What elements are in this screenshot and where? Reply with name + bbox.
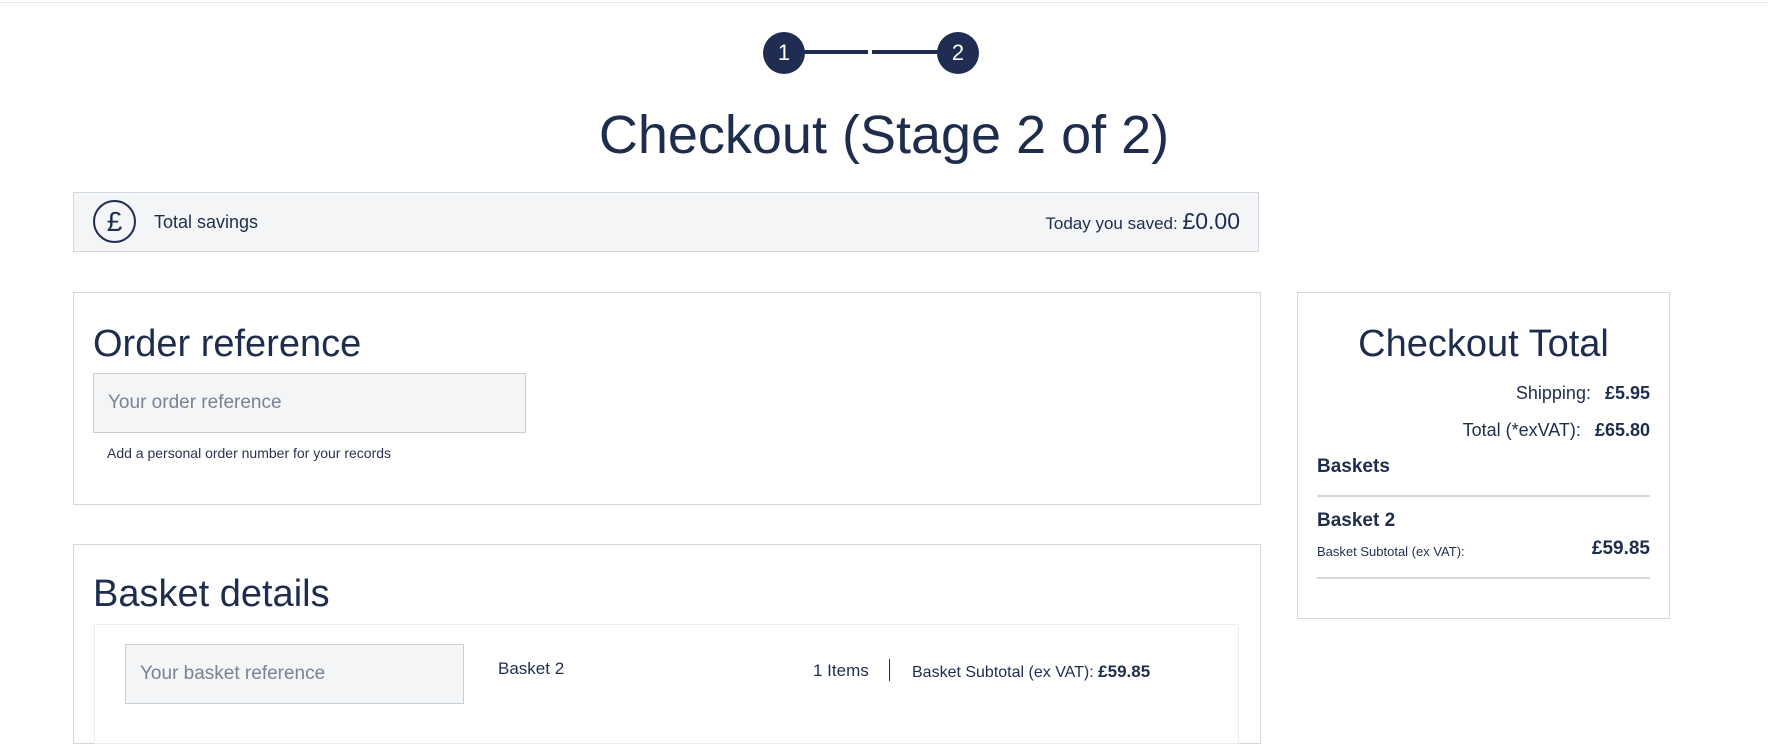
page-title: Checkout (Stage 2 of 2) bbox=[598, 105, 1170, 165]
step-connector bbox=[872, 50, 938, 54]
basket-item-count: 1 Items bbox=[813, 661, 869, 680]
top-divider bbox=[0, 2, 1768, 3]
basket-row: Basket 2 1 Items Basket Subtotal (ex VAT… bbox=[94, 624, 1239, 744]
divider bbox=[1317, 495, 1650, 497]
summary-basket-subtotal-label: Basket Subtotal (ex VAT): bbox=[1317, 544, 1465, 559]
basket-name: Basket 2 bbox=[498, 659, 565, 678]
savings-label: Total savings bbox=[154, 212, 259, 232]
shipping-line: Shipping: £5.95 bbox=[1516, 383, 1650, 404]
step-connector bbox=[803, 50, 868, 54]
basket-subtotal-value: £59.85 bbox=[1098, 662, 1151, 681]
summary-basket-name: Basket 2 bbox=[1317, 510, 1396, 531]
total-label: Total (*exVAT): bbox=[1462, 420, 1581, 440]
savings-amount: £0.00 bbox=[1182, 208, 1240, 234]
checkout-total-title: Checkout Total bbox=[1358, 323, 1609, 365]
shipping-label: Shipping: bbox=[1515, 383, 1591, 403]
divider bbox=[1317, 577, 1650, 579]
order-reference-title: Order reference bbox=[93, 323, 362, 365]
basket-subtotal-label: Basket Subtotal (ex VAT): bbox=[912, 664, 1094, 681]
checkout-total-panel: Checkout Total Shipping: £5.95 Total (*ex… bbox=[1297, 292, 1670, 619]
shipping-value: £5.95 bbox=[1604, 383, 1650, 403]
step-2-indicator: 2 bbox=[937, 32, 979, 74]
order-reference-input[interactable] bbox=[93, 373, 526, 433]
step-1-indicator: 1 bbox=[763, 32, 805, 74]
savings-summary: Today you saved: £0.00 bbox=[1045, 208, 1240, 235]
basket-details-title: Basket details bbox=[93, 573, 330, 615]
today-saved-label: Today you saved: bbox=[1045, 214, 1178, 233]
order-reference-help: Add a personal order number for your rec… bbox=[107, 445, 392, 461]
summary-basket-subtotal-value: £59.85 bbox=[1591, 538, 1650, 559]
divider bbox=[889, 659, 890, 681]
basket-details-panel: Basket details Basket 2 1 Items Basket S… bbox=[73, 544, 1261, 744]
total-value: £65.80 bbox=[1594, 420, 1650, 440]
baskets-heading: Baskets bbox=[1317, 456, 1390, 477]
order-reference-panel: Order reference Add a personal order num… bbox=[73, 292, 1261, 505]
total-line: Total (*exVAT): £65.80 bbox=[1463, 420, 1650, 441]
basket-reference-input[interactable] bbox=[125, 644, 464, 704]
pound-icon: £ bbox=[93, 200, 136, 243]
total-savings-bar: £ Total savings Today you saved: £0.00 bbox=[73, 192, 1259, 252]
basket-subtotal: Basket Subtotal (ex VAT): £59.85 bbox=[912, 662, 1150, 682]
